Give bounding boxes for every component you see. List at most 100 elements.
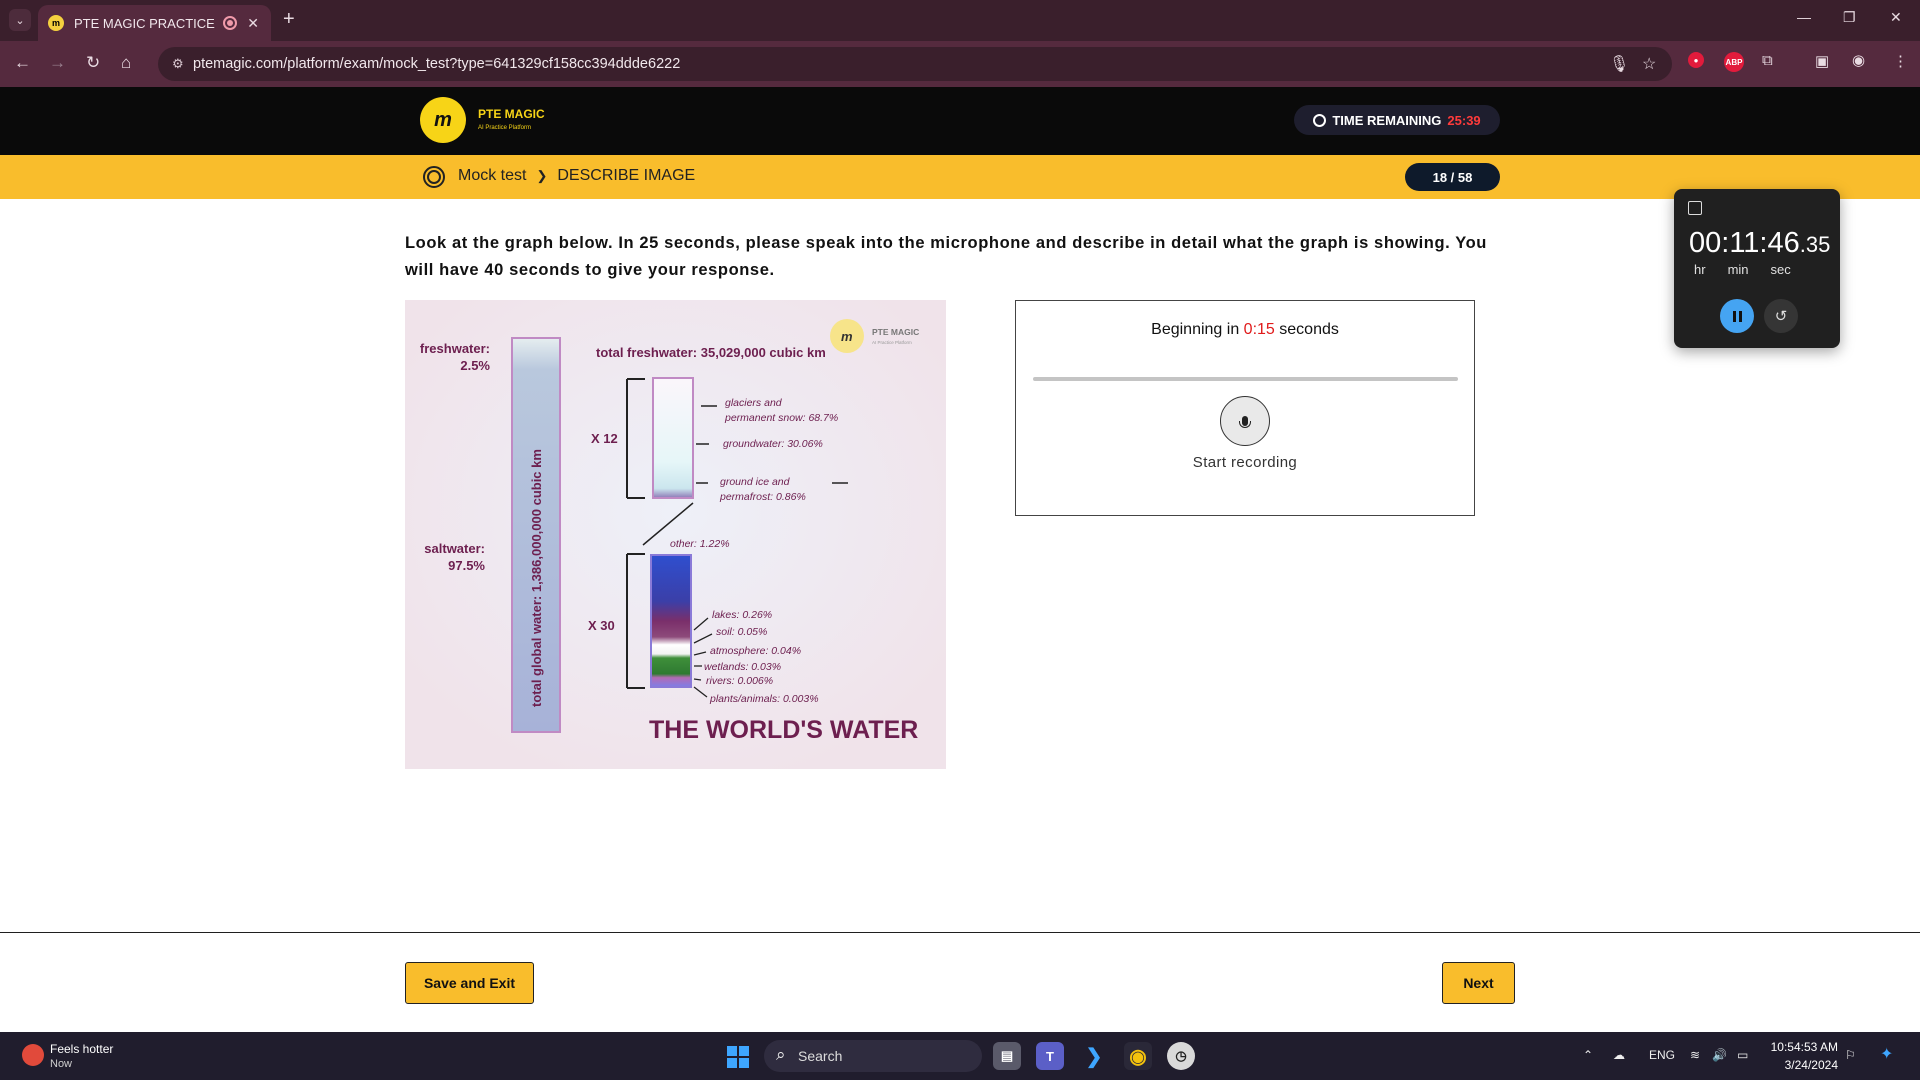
browser-toolbar: ← → ↻ ⌂ ⚙ ptemagic.com/platform/exam/moc…: [0, 41, 1920, 87]
home-icon[interactable]: ⌂: [121, 53, 131, 73]
close-window-icon[interactable]: ✕: [1890, 9, 1902, 26]
question-instruction: Look at the graph below. In 25 seconds, …: [405, 234, 1487, 279]
taskbar-search[interactable]: Search: [764, 1040, 982, 1072]
new-tab-button[interactable]: +: [283, 8, 295, 31]
pte-magic-logo[interactable]: m: [420, 97, 466, 143]
unit-hr: hr: [1694, 262, 1706, 277]
status-prefix: Beginning in: [1151, 321, 1240, 338]
other-breakdown-bar: [650, 554, 692, 688]
chevron-right-icon: ❯: [536, 168, 548, 183]
browser-menu-icon[interactable]: ⋮: [1893, 52, 1908, 70]
adblock-icon[interactable]: ABP: [1724, 52, 1744, 72]
recording-status: Beginning in 0:15 seconds: [1016, 321, 1474, 339]
weather-icon[interactable]: [22, 1044, 44, 1066]
start-menu-icon[interactable]: [727, 1046, 749, 1068]
soil-label: soil: 0.05%: [716, 626, 767, 638]
site-favicon-icon: m: [48, 15, 64, 31]
profile-avatar[interactable]: ◉: [1852, 51, 1865, 69]
weather-title: Feels hotter: [50, 1042, 114, 1056]
restore-icon[interactable]: ❐: [1843, 9, 1856, 26]
time-remaining-label: TIME REMAINING: [1332, 112, 1442, 128]
windows-taskbar: Feels hotter Now Search ▤ T ❯ ◉ ◷ ⌃ ☁ EN…: [0, 1032, 1920, 1080]
recording-indicator-icon: [223, 16, 238, 30]
tab-search-button[interactable]: ⌄: [9, 9, 31, 31]
stopwatch-fraction: .35: [1799, 232, 1831, 257]
unit-min: min: [1727, 262, 1749, 277]
onedrive-icon[interactable]: ☁: [1613, 1048, 1625, 1062]
stopwatch-units: hr min sec: [1694, 262, 1791, 277]
freshwater-breakdown-bar: [652, 377, 694, 499]
figure-logo-letter: m: [841, 329, 853, 344]
target-icon: [423, 166, 445, 188]
voice-search-icon[interactable]: 🎙: [1609, 54, 1629, 74]
task-view-icon[interactable]: ▤: [993, 1042, 1021, 1070]
x30-label: X 30: [588, 618, 615, 633]
stopwatch-time: 00:11:46.35: [1689, 227, 1830, 260]
saltwater-label: saltwater:: [424, 541, 485, 556]
stopwatch-main: 00:11:46: [1689, 227, 1800, 259]
vscode-icon[interactable]: ❯: [1080, 1042, 1108, 1070]
weather-subtitle: Now: [50, 1058, 73, 1070]
footer-divider: [0, 932, 1920, 933]
taskbar-date[interactable]: 3/24/2024: [1770, 1058, 1838, 1072]
next-button[interactable]: Next: [1442, 962, 1515, 1004]
forward-icon[interactable]: →: [49, 53, 66, 73]
start-recording-label: Start recording: [1192, 454, 1298, 471]
bookmark-star-icon[interactable]: ☆: [1642, 54, 1656, 74]
breadcrumb-bar: Mock test ❯ DESCRIBE IMAGE 18 / 58: [0, 155, 1920, 199]
site-header: m PTE MAGIC AI Practice Platform TIME RE…: [0, 87, 1920, 155]
clock-app-icon[interactable]: ◷: [1167, 1042, 1195, 1070]
stopwatch-widget: 00:11:46.35 hr min sec ↺: [1674, 189, 1840, 348]
side-panel-icon[interactable]: ▣: [1815, 52, 1829, 70]
plants-animals-label: plants/animals: 0.003%: [709, 693, 819, 705]
glaciers-label-2: permanent snow: 68.7%: [724, 412, 838, 424]
time-remaining-badge: TIME REMAINING 25:39: [1294, 105, 1500, 135]
time-remaining-value: 25:39: [1447, 112, 1481, 128]
wifi-icon[interactable]: ≋: [1690, 1048, 1700, 1062]
pause-button[interactable]: [1720, 299, 1754, 333]
minimize-icon[interactable]: —: [1797, 9, 1811, 25]
tab-close-icon[interactable]: ✕: [247, 15, 259, 32]
reset-button[interactable]: ↺: [1764, 299, 1798, 333]
saltwater-percent: 97.5%: [448, 558, 485, 573]
breadcrumb-current: DESCRIBE IMAGE: [557, 167, 696, 184]
ground-ice-label-1: ground ice and: [720, 476, 791, 488]
ground-ice-label-2: permafrost: 0.86%: [719, 491, 806, 503]
language-indicator[interactable]: ENG: [1649, 1048, 1675, 1062]
describe-image-figure: m PTE MAGIC AI Practice Platform freshwa…: [405, 300, 946, 769]
x12-label: X 12: [591, 431, 618, 446]
question-progress-badge: 18 / 58: [1405, 163, 1500, 191]
wetlands-label: wetlands: 0.03%: [704, 661, 781, 673]
address-bar[interactable]: ⚙ ptemagic.com/platform/exam/mock_test?t…: [158, 47, 1672, 81]
site-info-icon[interactable]: ⚙: [172, 56, 184, 72]
browser-tab[interactable]: m PTE MAGIC PRACTICE ✕: [38, 5, 271, 41]
figure-brand: PTE MAGIC: [872, 327, 919, 337]
recorder-panel: Beginning in 0:15 seconds Start recordin…: [1015, 300, 1475, 516]
copilot-icon[interactable]: ✦: [1880, 1044, 1893, 1064]
start-recording-button[interactable]: [1220, 396, 1270, 446]
teams-icon[interactable]: T: [1036, 1042, 1064, 1070]
chrome-icon[interactable]: ◉: [1124, 1042, 1152, 1070]
browser-tab-bar: ⌄ m PTE MAGIC PRACTICE ✕ + — ❐ ✕: [0, 0, 1920, 41]
freshwater-total-label: total freshwater: 35,029,000 cubic km: [596, 345, 826, 360]
expand-icon[interactable]: [1688, 201, 1702, 215]
extension-red-icon[interactable]: ●: [1688, 52, 1704, 68]
notifications-icon[interactable]: ⚐: [1845, 1048, 1856, 1062]
battery-icon[interactable]: ▭: [1737, 1048, 1748, 1062]
freshwater-percent: 2.5%: [460, 358, 490, 373]
atmosphere-label: atmosphere: 0.04%: [710, 645, 801, 657]
breadcrumb-mock-test[interactable]: Mock test: [458, 167, 526, 185]
back-icon[interactable]: ←: [14, 53, 31, 73]
figure-brand-sub: AI Practice Platform: [872, 340, 912, 345]
volume-icon[interactable]: 🔊: [1712, 1048, 1727, 1062]
microphone-icon: [1239, 416, 1251, 428]
extensions-icon[interactable]: ⧉: [1762, 52, 1773, 69]
freshwater-label: freshwater:: [420, 341, 490, 356]
reload-icon[interactable]: ↻: [86, 53, 100, 73]
save-and-exit-button[interactable]: Save and Exit: [405, 962, 534, 1004]
other-label: other: 1.22%: [670, 538, 730, 550]
tray-overflow-icon[interactable]: ⌃: [1583, 1048, 1593, 1062]
recording-progress-bar: [1033, 377, 1458, 381]
breadcrumb: Mock test ❯ DESCRIBE IMAGE: [458, 167, 695, 185]
taskbar-time[interactable]: 10:54:53 AM: [1770, 1040, 1838, 1054]
